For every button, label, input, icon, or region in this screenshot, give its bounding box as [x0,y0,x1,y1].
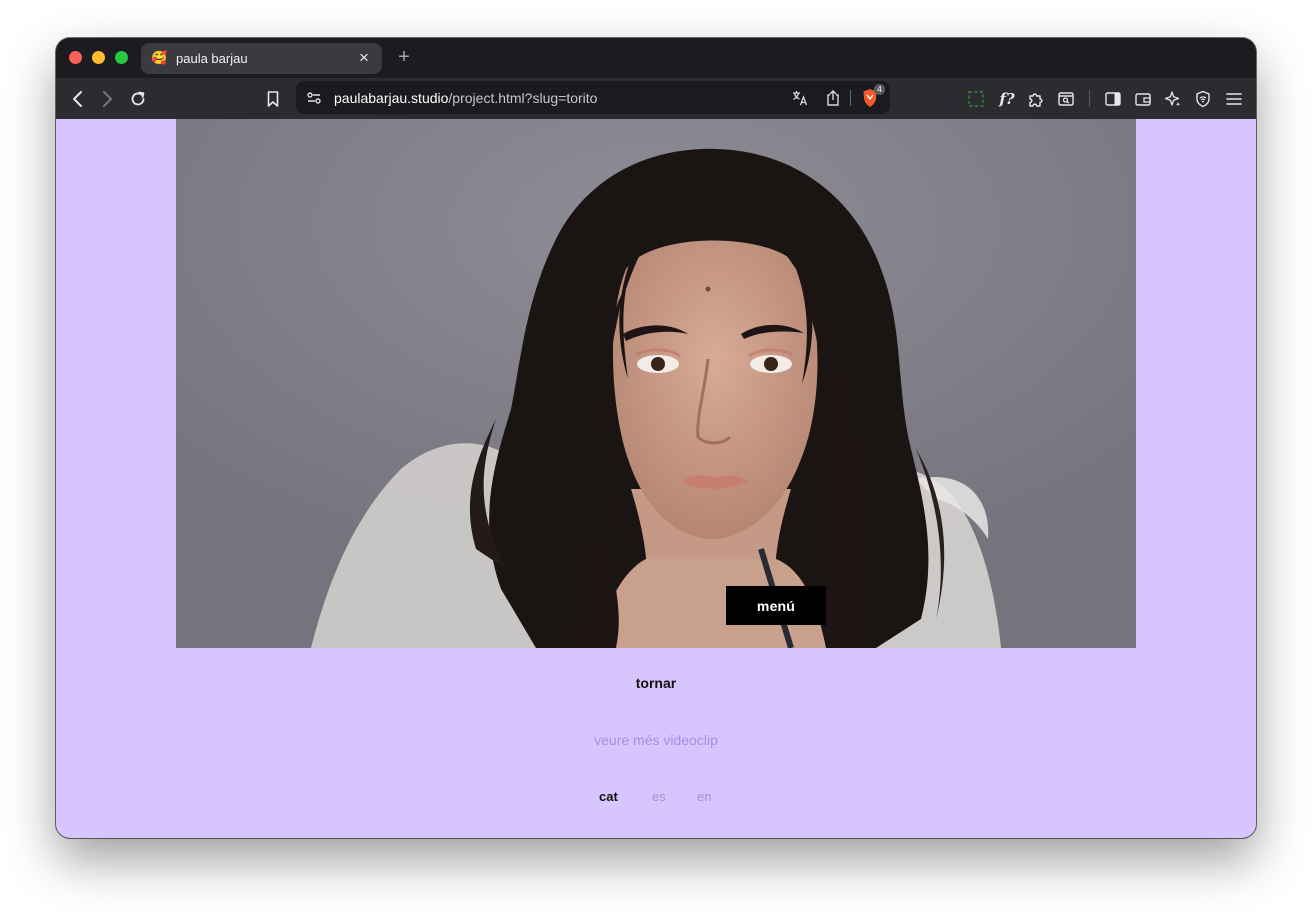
dashed-frame-icon [968,91,984,107]
tab-title: paula barjau [176,51,248,66]
close-tab-icon[interactable]: × [354,48,374,68]
forward-button[interactable] [94,86,120,112]
main-menu-button[interactable] [1221,86,1247,112]
back-arrow-icon [73,91,82,107]
menu-button[interactable]: menú [726,586,826,625]
url-host: paulabarjau.studio [334,90,449,106]
sidebar-toggle-button[interactable] [1100,86,1126,112]
toolbar-separator [1089,90,1090,107]
tab-bar: 🥰 paula barjau × + [56,38,1256,78]
shield-wifi-icon [1196,90,1210,108]
new-tab-button[interactable]: + [394,47,414,67]
site-favicon-icon: 🥰 [151,50,168,65]
bookmark-icon [267,91,279,107]
font-extension-button[interactable]: f? [994,86,1020,112]
sparkle-icon [1164,91,1181,107]
reload-button[interactable] [125,86,151,112]
reload-icon [131,91,145,106]
language-es[interactable]: es [652,789,666,804]
extensions-button[interactable] [1023,86,1049,112]
address-bar[interactable]: paulabarjau.studio/project.html?slug=tor… [296,81,890,114]
back-button[interactable] [65,86,91,112]
url-path: /project.html?slug=torito [448,90,598,106]
tab-paula-barjau[interactable]: 🥰 paula barjau × [141,43,382,74]
browser-window: 🥰 paula barjau × + paulabarjau.studio/pr… [56,38,1256,838]
font-function-icon: f? [999,90,1015,108]
brave-shields-icon[interactable]: 4 [859,84,885,109]
hamburger-icon [1226,93,1242,105]
bookmark-button[interactable] [260,86,286,112]
leo-ai-button[interactable] [1160,86,1186,112]
shields-count-badge: 4 [874,84,885,95]
puzzle-icon [1029,93,1043,107]
page-viewport: menú tornar veure més videoclip cat es e… [56,119,1256,838]
reader-search-button[interactable] [1053,86,1079,112]
back-link[interactable]: tornar [56,675,1256,691]
language-cat[interactable]: cat [599,789,618,804]
forward-arrow-icon [103,91,112,107]
screenshot-tool-button[interactable] [963,86,989,112]
hero-portrait-image: menú [176,119,1136,648]
wallet-icon [1135,93,1151,106]
url-text: paulabarjau.studio/project.html?slug=tor… [334,90,597,106]
search-page-icon [1058,92,1074,106]
browser-toolbar: paulabarjau.studio/project.html?slug=tor… [56,78,1256,119]
minimize-window-button[interactable] [92,51,105,64]
portrait-illustration [176,119,1136,648]
share-icon[interactable] [822,87,844,109]
vpn-button[interactable] [1190,86,1216,112]
sidebar-icon [1105,92,1121,106]
language-en[interactable]: en [697,789,711,804]
close-window-button[interactable] [69,51,82,64]
address-bar-separator [850,90,851,106]
translate-icon[interactable] [789,87,811,109]
more-videoclip-link[interactable]: veure més videoclip [56,732,1256,748]
wallet-button[interactable] [1130,86,1156,112]
site-settings-icon[interactable] [304,88,324,108]
zoom-window-button[interactable] [115,51,128,64]
